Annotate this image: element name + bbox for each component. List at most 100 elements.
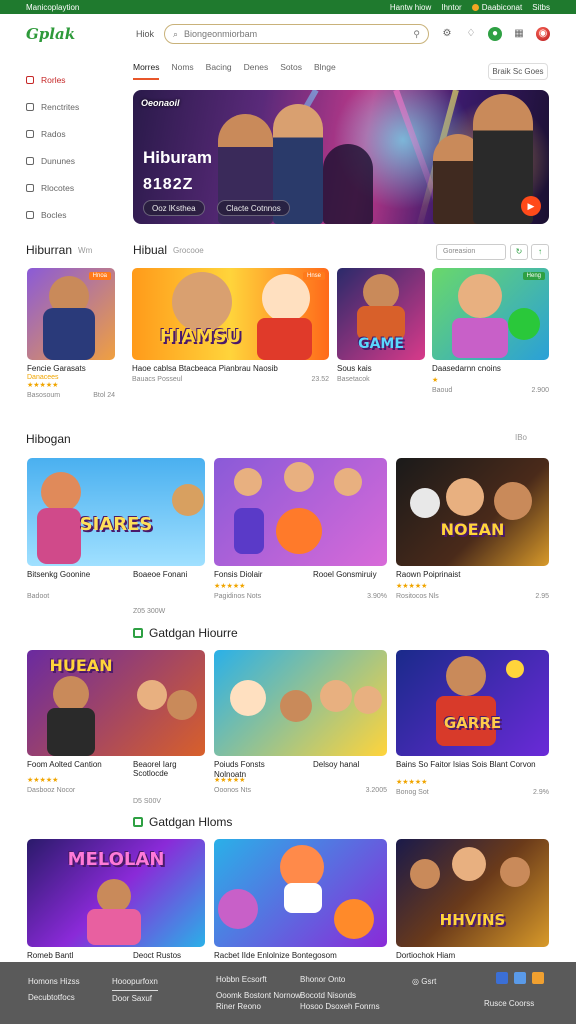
category-tabs: Morres Noms Bacing Denes Sotos Blnge	[133, 62, 336, 80]
top-bar: Manicoplaytion Hantw hiow Ihntor Daabico…	[0, 0, 576, 14]
footer-column: Bhonor Onto Bocotd Nisonds Hosoo Dsoxeh …	[300, 974, 380, 1012]
section-more-link[interactable]: IBo	[515, 433, 527, 442]
search-submit-icon[interactable]: ⚲	[413, 29, 420, 40]
sort-select[interactable]: Goreasion	[436, 244, 506, 260]
arrow-up-icon[interactable]: ↑	[531, 244, 549, 260]
sidebar-item[interactable]: Rados	[26, 120, 116, 147]
hero-subtitle: 8182Z	[143, 176, 194, 193]
footer-link[interactable]: Gsrt	[421, 977, 436, 986]
avatar[interactable]: ◉	[536, 27, 550, 41]
refresh-icon[interactable]: ↻	[510, 244, 528, 260]
game-card[interactable]: Racbet IIde Enlolnize Bontegosom	[214, 839, 387, 971]
settings-icon[interactable]: ⚙	[440, 27, 454, 41]
hero-title: Hiburam	[143, 148, 212, 167]
hero-button-primary[interactable]: Ooz lKsthea	[143, 200, 205, 216]
game-thumbnail: Heng	[432, 268, 549, 360]
game-card[interactable]: GAME Sous kais Basetacok	[337, 268, 425, 383]
game-thumbnail: HUEAN	[27, 650, 205, 756]
footer-link[interactable]: Homons Hizss	[28, 974, 80, 990]
footer-link[interactable]: Bocotd Nisonds	[300, 990, 380, 1001]
globe-icon: ◎	[412, 977, 419, 986]
game-card[interactable]: GARRE Bains So Faitor Isias Sois Blant C…	[396, 650, 549, 796]
hero-banner[interactable]: Oeonaoil Hiburam 8182Z Ooz lKsthea Clact…	[133, 90, 549, 224]
sidebar: Rorles Renctrites Rados Dununes Rlocotes…	[26, 66, 116, 228]
footer-link[interactable]: Hobbn Ecsorft	[216, 974, 301, 985]
section-title: Gatdgan Hloms	[133, 815, 232, 829]
radio-icon	[26, 129, 34, 138]
game-thumbnail: MELOLAN	[27, 839, 205, 947]
game-meta: D5 S00V	[133, 798, 162, 805]
footer-link[interactable]: Door Saxuf	[112, 991, 158, 1007]
rss-icon[interactable]	[532, 972, 544, 984]
game-thumbnail: GARRE	[396, 650, 549, 756]
sidebar-item[interactable]: Renctrites	[26, 93, 116, 120]
filter-button[interactable]: Braik Sc Goes	[488, 63, 548, 80]
footer-column: ◎ Gsrt	[412, 974, 436, 990]
footer-column: Hobbn Ecsorft Ooomk Bostont Nornow Riner…	[216, 974, 301, 1012]
game-thumbnail	[214, 839, 387, 947]
section-title: Hiburran Wm	[26, 243, 93, 257]
sidebar-item[interactable]: Bocles	[26, 201, 116, 228]
nav-link[interactable]: Hiok	[136, 29, 164, 39]
sidebar-item[interactable]: Rorles	[26, 66, 116, 93]
hero-character	[323, 144, 373, 224]
facebook-icon[interactable]	[496, 972, 508, 984]
game-title: Rooel Gonsmiruiy	[313, 570, 377, 579]
tab[interactable]: Morres	[133, 62, 160, 80]
game-title: Beaorel Iarg Scotlocde	[133, 760, 177, 778]
book-icon	[26, 210, 34, 219]
footer-link[interactable]: Decubtotfocs	[28, 990, 80, 1006]
footer: Homons Hizss Decubtotfocs Hooopurfoxn Do…	[0, 962, 576, 1024]
top-bar-left: Manicoplaytion	[26, 2, 80, 12]
grid-icon[interactable]: ▦	[512, 27, 526, 41]
tab[interactable]: Denes	[244, 62, 269, 80]
search-input[interactable]: ⌕ Biongeonmiorbam ⚲	[164, 24, 429, 44]
top-link[interactable]: Ihntor	[441, 3, 461, 12]
play-icon[interactable]: ▶	[521, 196, 541, 216]
game-card[interactable]: HIAMSU Hnse Haoe cablsa Btacbeaca Pianbr…	[132, 268, 329, 383]
game-card[interactable]: NOEAN Raown Poiprinaist ★★★★★ Rositocos …	[396, 458, 549, 600]
tab[interactable]: Noms	[171, 62, 193, 80]
notification-icon[interactable]: ♢	[464, 27, 478, 41]
game-title: Deoct Rustos	[133, 951, 182, 960]
tab[interactable]: Sotos	[280, 62, 302, 80]
footer-link[interactable]: Hosoo Dsoxeh Fonrns	[300, 1001, 380, 1012]
game-card[interactable]: Heng Daasedarnn cnoins ★ Baoud 2.900	[432, 268, 549, 394]
top-link[interactable]: Daabiconat	[471, 3, 522, 12]
home-icon	[26, 75, 34, 84]
section-title: Gatdgan Hiourre	[133, 626, 238, 640]
header: Gplak Hiok ⌕ Biongeonmiorbam ⚲ ⚙ ♢ ● ▦ ◉	[0, 14, 576, 54]
tab[interactable]: Blnge	[314, 62, 336, 80]
game-card[interactable]: HHVINS Dortiochok Hiam	[396, 839, 549, 971]
sidebar-item[interactable]: Dununes	[26, 147, 116, 174]
sidebar-item[interactable]: Rlocotes	[26, 174, 116, 201]
top-link[interactable]: Hantw hiow	[390, 3, 431, 12]
footer-link[interactable]: Bhonor Onto	[300, 974, 380, 985]
footer-link[interactable]: Hooopurfoxn	[112, 974, 158, 991]
game-thumbnail: GAME	[337, 268, 425, 360]
section-title: Hibual Grocooe	[133, 243, 204, 257]
footer-link[interactable]: Rusce Coorss	[484, 996, 534, 1012]
logo[interactable]: Gplak	[26, 25, 136, 43]
top-link[interactable]: Sitbs	[532, 3, 550, 12]
game-meta: Z05 300W	[133, 608, 166, 615]
controller-icon	[133, 628, 143, 638]
footer-link[interactable]: Riner Reono	[216, 1001, 301, 1012]
hero-button-secondary[interactable]: Clacte Cotnnos	[217, 200, 290, 216]
controller-icon	[133, 817, 143, 827]
trend-icon	[26, 102, 34, 111]
game-card[interactable]: Poiuds Fonsts Nolnoatn ★★★★★ Ooonos Nts 3…	[214, 650, 387, 794]
game-icon[interactable]: ●	[488, 27, 502, 41]
coin-icon	[471, 3, 479, 11]
game-card[interactable]: Hnoa Fencie Garasats Danacees ★★★★★ Baso…	[27, 268, 115, 399]
section-title: Hibogan	[26, 432, 71, 446]
social-links	[496, 972, 544, 984]
twitter-icon[interactable]	[514, 972, 526, 984]
game-title: Boaeoe Fonani	[133, 570, 188, 579]
game-thumbnail: HHVINS	[396, 839, 549, 947]
game-title: Delsoy hanal	[313, 760, 360, 769]
tab[interactable]: Bacing	[206, 62, 232, 80]
footer-column: Hooopurfoxn Door Saxuf	[112, 974, 158, 1007]
footer-link[interactable]: Ooomk Bostont Nornow	[216, 990, 301, 1001]
lock-icon	[26, 183, 34, 192]
